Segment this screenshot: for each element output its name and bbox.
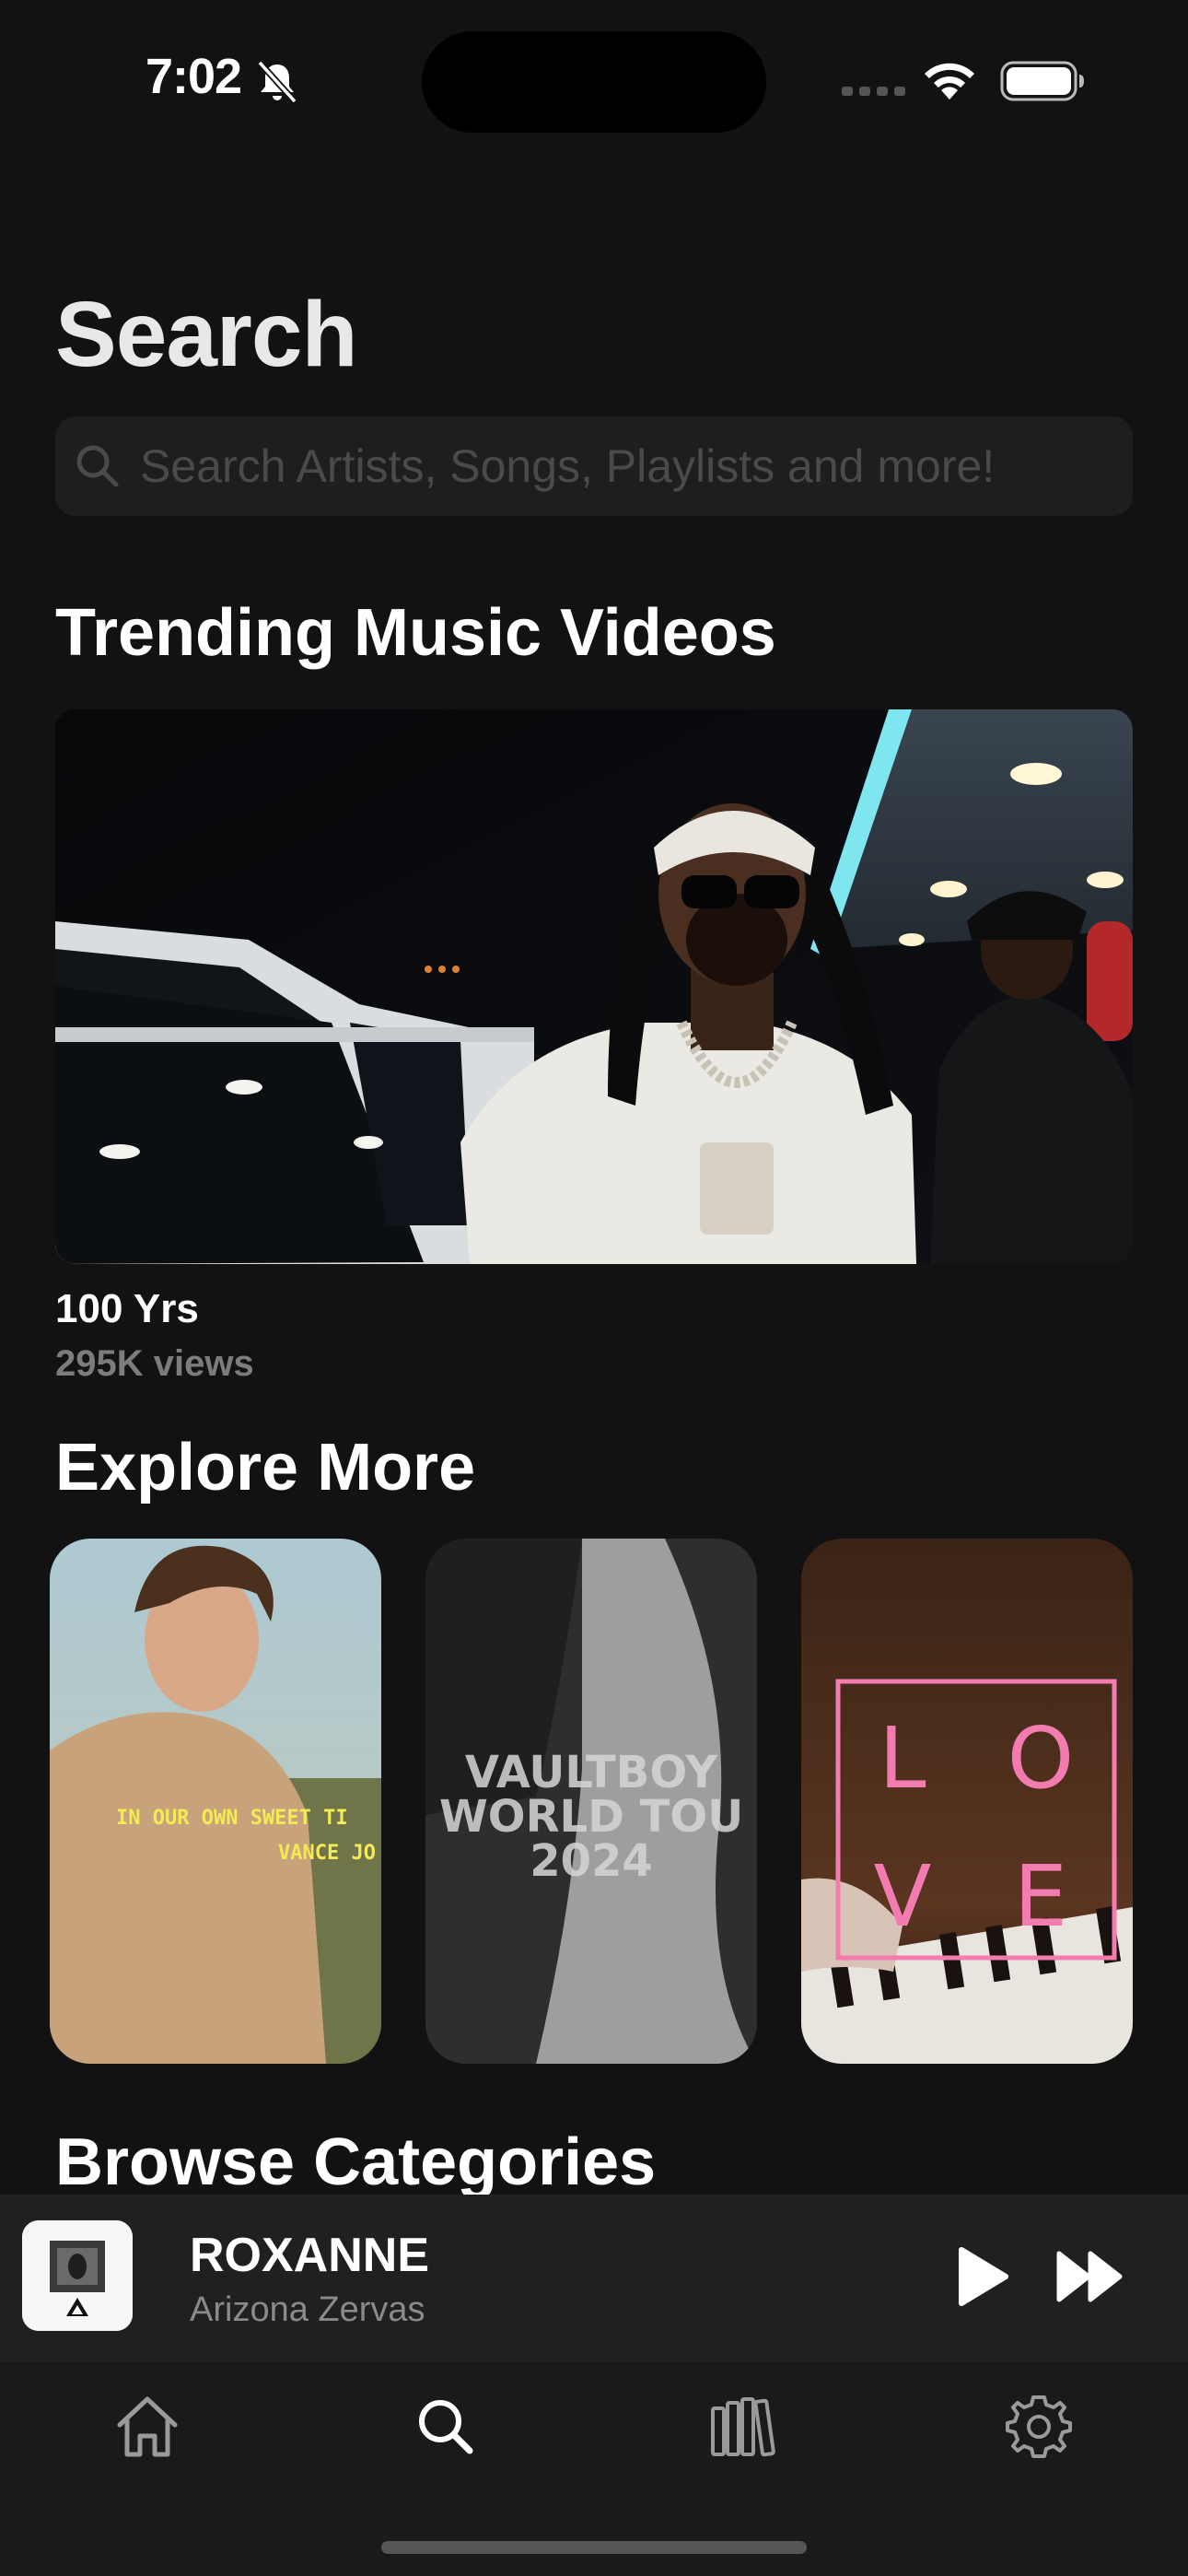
explore-card[interactable]: IN OUR OWN SWEET TI VANCE JO — [50, 1539, 381, 2064]
search-icon — [76, 445, 119, 487]
love-letter: V — [874, 1847, 932, 1946]
library-icon[interactable] — [705, 2390, 779, 2464]
home-icon[interactable] — [111, 2390, 184, 2464]
video-scene-image — [55, 709, 1133, 1264]
status-bar: 7:02 — [0, 0, 1188, 157]
page-title: Search — [55, 283, 358, 386]
bell-slash-icon — [257, 60, 297, 104]
play-icon[interactable] — [949, 2244, 1013, 2309]
explore-card-image: L O V E — [801, 1539, 1133, 2064]
fast-forward-icon[interactable] — [1054, 2246, 1127, 2307]
search-input[interactable] — [140, 416, 1116, 516]
settings-icon[interactable] — [1002, 2390, 1076, 2464]
explore-section-title: Explore More — [55, 1431, 476, 1505]
explore-card-overlay-line1: IN OUR OWN SWEET TI — [116, 1807, 348, 1830]
track-title: ROXANNE — [190, 2229, 430, 2282]
love-letter: L — [879, 1709, 926, 1808]
explore-card-overlay-line3: 2024 — [530, 1835, 653, 1887]
wifi-icon — [925, 63, 974, 100]
video-title: 100 Yrs — [55, 1286, 199, 1331]
explore-card-image: VAULTBOY WORLD TOU 2024 — [425, 1539, 757, 2064]
explore-card-image: IN OUR OWN SWEET TI VANCE JO — [50, 1539, 381, 2064]
love-letter: O — [1007, 1709, 1074, 1808]
album-art — [22, 2220, 133, 2331]
battery-icon — [1000, 61, 1084, 101]
trending-section-title: Trending Music Videos — [55, 596, 776, 670]
video-views: 295K views — [55, 1343, 254, 1384]
explore-card[interactable]: L O V E — [801, 1539, 1133, 2064]
search-bar[interactable] — [55, 416, 1133, 516]
explore-card-overlay-line2: VANCE JO — [278, 1842, 376, 1865]
love-letter: E — [1014, 1847, 1067, 1946]
search-icon[interactable] — [409, 2390, 483, 2464]
explore-card[interactable]: VAULTBOY WORLD TOU 2024 — [425, 1539, 757, 2064]
now-playing-bar[interactable]: ROXANNE Arizona Zervas — [0, 2195, 1188, 2362]
cellular-signal-icon — [842, 87, 905, 96]
home-indicator — [381, 2541, 807, 2554]
browse-section-title: Browse Categories — [55, 2125, 657, 2199]
dynamic-island — [422, 31, 766, 133]
track-artist: Arizona Zervas — [190, 2290, 425, 2329]
trending-video-thumbnail[interactable] — [55, 709, 1133, 1264]
status-time: 7:02 — [146, 49, 242, 104]
